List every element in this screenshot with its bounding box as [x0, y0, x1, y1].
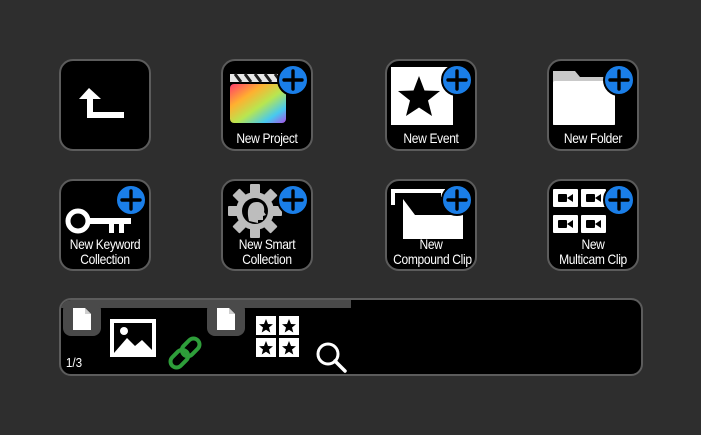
link-button[interactable] [165, 333, 205, 374]
page-counter: 1/3 [65, 355, 83, 370]
plus-badge-icon [277, 184, 309, 216]
new-event-button[interactable]: New Event [385, 59, 477, 151]
plus-badge-icon [603, 184, 635, 216]
back-button[interactable] [59, 59, 151, 151]
new-compound-clip-button[interactable]: New Compound Clip [385, 179, 477, 271]
plus-badge-icon [603, 64, 635, 96]
plus-badge-icon [441, 64, 473, 96]
plus-badge-icon [277, 64, 309, 96]
new-project-button[interactable]: New Project [221, 59, 313, 151]
toolbar-page-indicator [61, 300, 351, 308]
search-icon [316, 342, 347, 373]
plus-badge-icon [115, 184, 147, 216]
document-icon [63, 302, 101, 336]
star-grid-icon [256, 316, 299, 357]
new-multicam-clip-button[interactable]: New Multicam Clip [547, 179, 639, 271]
document-tab-button[interactable] [63, 302, 101, 341]
new-keyword-collection-button[interactable]: New Keyword Collection [59, 179, 151, 271]
ratings-button[interactable] [255, 315, 301, 364]
return-arrow-icon [79, 88, 124, 118]
new-smart-collection-label: New Smart Collection [238, 236, 296, 267]
button-grid-panel: New Project New Event New Folder New Key… [0, 0, 701, 435]
new-multicam-clip-label: New Multicam Clip [559, 236, 627, 267]
new-keyword-collection-label: New Keyword Collection [69, 236, 141, 267]
new-folder-button[interactable]: New Folder [547, 59, 639, 151]
link-icon [168, 336, 202, 370]
new-folder-label: New Folder [563, 130, 623, 146]
new-project-label: New Project [236, 130, 298, 146]
plus-badge-icon [441, 184, 473, 216]
new-compound-clip-label: New Compound Clip [393, 236, 472, 267]
new-smart-collection-button[interactable]: New Smart Collection [221, 179, 313, 271]
document-tab-button-2[interactable] [207, 302, 245, 341]
new-event-label: New Event [403, 130, 459, 146]
image-button[interactable] [109, 318, 157, 363]
image-icon [110, 319, 156, 357]
document-icon [207, 302, 245, 336]
search-button[interactable] [314, 340, 350, 374]
bottom-toolbar: 1/3 [59, 298, 643, 376]
